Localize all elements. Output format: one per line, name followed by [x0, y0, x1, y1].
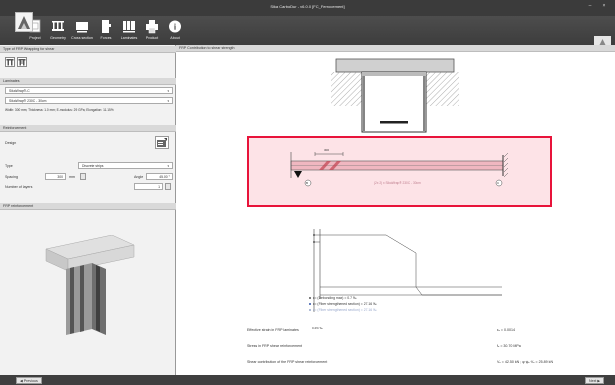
- wrap-type-header: Type of FRP Wrapping for shear: [0, 46, 176, 53]
- laminate-type-select[interactable]: SikaWrap®-C ▾: [5, 87, 173, 94]
- chevron-down-icon: ▾: [167, 164, 169, 168]
- reinforcement-header: Reinforcement: [0, 125, 176, 132]
- chevron-down-icon: ▾: [167, 99, 169, 103]
- result-value-shear: Vₑ = 42.50 kN ; φ·ψₑ·Vₑ = 25.89 kN: [497, 360, 554, 364]
- spacing-input[interactable]: 300: [45, 173, 66, 180]
- laminates-header: Laminates: [0, 78, 176, 85]
- reinforcement-type-value: Discrete strips: [82, 164, 104, 168]
- close-button[interactable]: ×: [600, 3, 608, 9]
- stress-diagram: [313, 229, 502, 312]
- previous-label: Previous: [23, 379, 38, 383]
- result-label-stress: Stress in FRP shear reinforcement: [247, 344, 303, 348]
- geometry-icon: [52, 21, 64, 31]
- tab-forces-label: Forces: [100, 36, 112, 40]
- spacing-stepper-button[interactable]: [80, 173, 86, 180]
- legend-text: ε= (Debonding max) = 0.7 ‰: [313, 296, 357, 300]
- strip-dimension-label: 300: [324, 148, 330, 152]
- legend-text: ε= (Fiber strengthened section) = 27.16 …: [313, 302, 377, 306]
- spacing-label: Spacing: [5, 175, 18, 179]
- laminate-type-value: SikaWrap®-C: [9, 89, 30, 93]
- forces-icon: [102, 20, 111, 33]
- laminate-product-select[interactable]: SikaWrap® 230C - 30cm ▾: [5, 97, 173, 104]
- spacing-unit: mm: [69, 175, 75, 179]
- next-button[interactable]: Next ▶: [585, 377, 605, 384]
- cross-section-drawing: [331, 58, 459, 133]
- beam-elevation-drawing: [290, 152, 509, 187]
- previous-button[interactable]: ◀ Previous: [16, 377, 42, 384]
- result-value-strain: εₑ = 0.0014: [497, 328, 516, 332]
- legend-text: ε= (Fiber strengthened section) = 27.16 …: [313, 308, 377, 312]
- tab-geometry[interactable]: Geometry: [47, 18, 69, 44]
- wrap-type-side-button[interactable]: [17, 57, 27, 67]
- sika-triangle-icon: [18, 16, 30, 29]
- laminates-icon: [123, 21, 135, 33]
- layers-stepper-button[interactable]: [165, 183, 171, 190]
- laminate-info: Width: 300 mm; Thickness: 1.0 mm; E-modu…: [5, 108, 114, 112]
- tab-product-label: Product: [145, 36, 159, 40]
- tab-project-label: Project: [29, 36, 41, 40]
- design-edit-icon: [157, 138, 167, 147]
- minimize-button[interactable]: –: [586, 3, 594, 9]
- design-button[interactable]: [155, 136, 169, 149]
- legend-dot: [309, 303, 311, 306]
- diagram-strain-label: 0.2% ‰: [312, 326, 323, 330]
- tab-cross-section[interactable]: Cross section: [71, 18, 93, 44]
- legend-dot: [309, 297, 311, 300]
- print-icon: [146, 20, 158, 34]
- legend-item-fiber-2: ε= (Fiber strengthened section) = 27.16 …: [309, 308, 377, 312]
- legend-dot: [309, 309, 311, 312]
- tab-about[interactable]: i About: [164, 18, 186, 44]
- result-label-strain: Effective strain in FRP laminates: [247, 328, 299, 332]
- bottom-navigation-bar: ◀ Previous Next ▶: [0, 375, 615, 385]
- chevron-down-icon: ▾: [167, 89, 169, 93]
- tab-laminates-label: Laminates: [120, 36, 138, 40]
- ribbon-toolbar: Project Geometry Cross section Forces La…: [0, 16, 615, 55]
- support-left-label: B: [306, 181, 309, 185]
- tab-laminates[interactable]: Laminates: [118, 18, 140, 44]
- side-wrap-icon: [18, 59, 26, 66]
- main-panel-header: FRP Contribution to shear strength: [176, 45, 615, 52]
- layers-input[interactable]: 1: [134, 183, 163, 190]
- app-logo[interactable]: [15, 12, 33, 32]
- tab-forces[interactable]: Forces: [95, 18, 117, 44]
- u-wrap-icon: [6, 59, 14, 66]
- tab-about-label: About: [170, 36, 180, 40]
- legend-item-debonding: ε= (Debonding max) = 0.7 ‰: [309, 296, 356, 300]
- frp-3d-model-image: [45, 235, 135, 335]
- title-bar: Sika CarboDur - v6.0.0 [FC_Ferrocement] …: [0, 0, 615, 16]
- design-label: Design: [5, 141, 17, 145]
- left-panel: Type of FRP Wrapping for shear Laminates…: [0, 45, 176, 375]
- tab-product[interactable]: Product: [141, 18, 163, 44]
- tab-geometry-label: Geometry: [50, 36, 66, 40]
- tab-cross-section-label: Cross section: [71, 36, 93, 40]
- angle-label: Angle: [134, 175, 144, 179]
- result-value-stress: fₑ = 30.70 MPa: [497, 344, 521, 348]
- support-right-label: C: [497, 181, 500, 185]
- laminate-product-value: SikaWrap® 230C - 30cm: [9, 99, 47, 103]
- info-icon: i: [169, 20, 181, 33]
- legend-item-fiber-1: ε= (Fiber strengthened section) = 27.16 …: [309, 302, 377, 306]
- beam-product-label: (2x 2) x SikaWrap® 230C - 30cm: [374, 181, 421, 185]
- angle-input[interactable]: 45.00 °: [146, 173, 173, 180]
- cross-section-icon: [76, 22, 88, 33]
- main-panel: FRP Contribution to shear strength 300 B…: [176, 45, 615, 375]
- layers-label: Number of layers: [5, 185, 33, 189]
- wrap-type-u-button[interactable]: [5, 57, 15, 67]
- result-label-shear: Shear contribution of the FRP shear rein…: [247, 360, 328, 364]
- window-title: Sika CarboDur - v6.0.0 [FC_Ferrocement]: [270, 4, 345, 9]
- type-label: Type: [5, 164, 13, 168]
- reinforcement-type-select[interactable]: Discrete strips ▾: [78, 162, 173, 169]
- arrow-right-icon: ▶: [596, 379, 601, 383]
- frp-reinforcement-header: FRP reinforcement: [0, 203, 176, 210]
